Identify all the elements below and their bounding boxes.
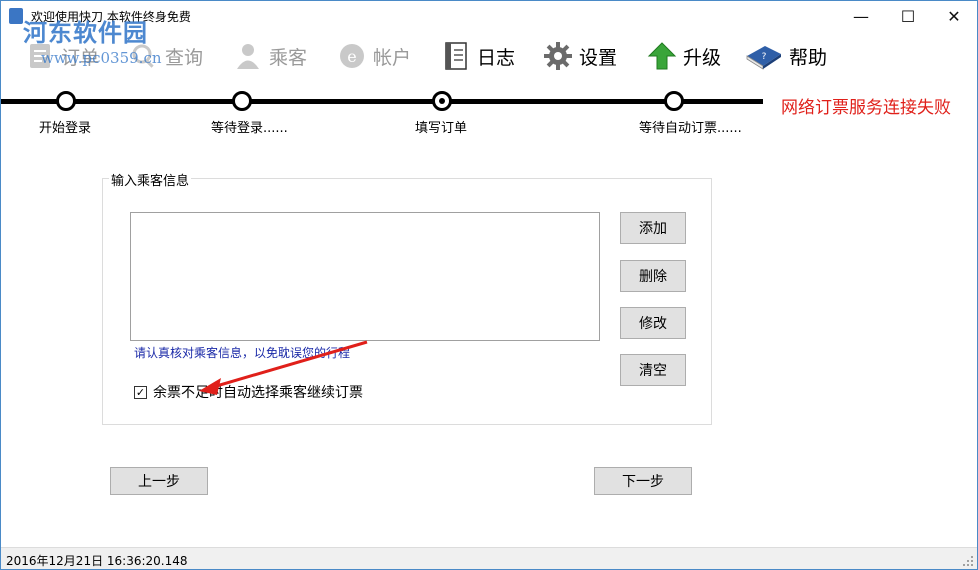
status-bar: 2016年12月21日 16:36:20.148: [1, 547, 977, 569]
status-datetime: 2016年12月21日 16:36:20.148: [6, 554, 188, 568]
resize-grip[interactable]: [962, 555, 974, 567]
annotation-arrow: [199, 340, 368, 395]
app-window: 欢迎使用快刀 本软件终身免费 — ☐ ✕ 订单 查询 乘客 e 帐户 日志 设置…: [0, 0, 978, 570]
